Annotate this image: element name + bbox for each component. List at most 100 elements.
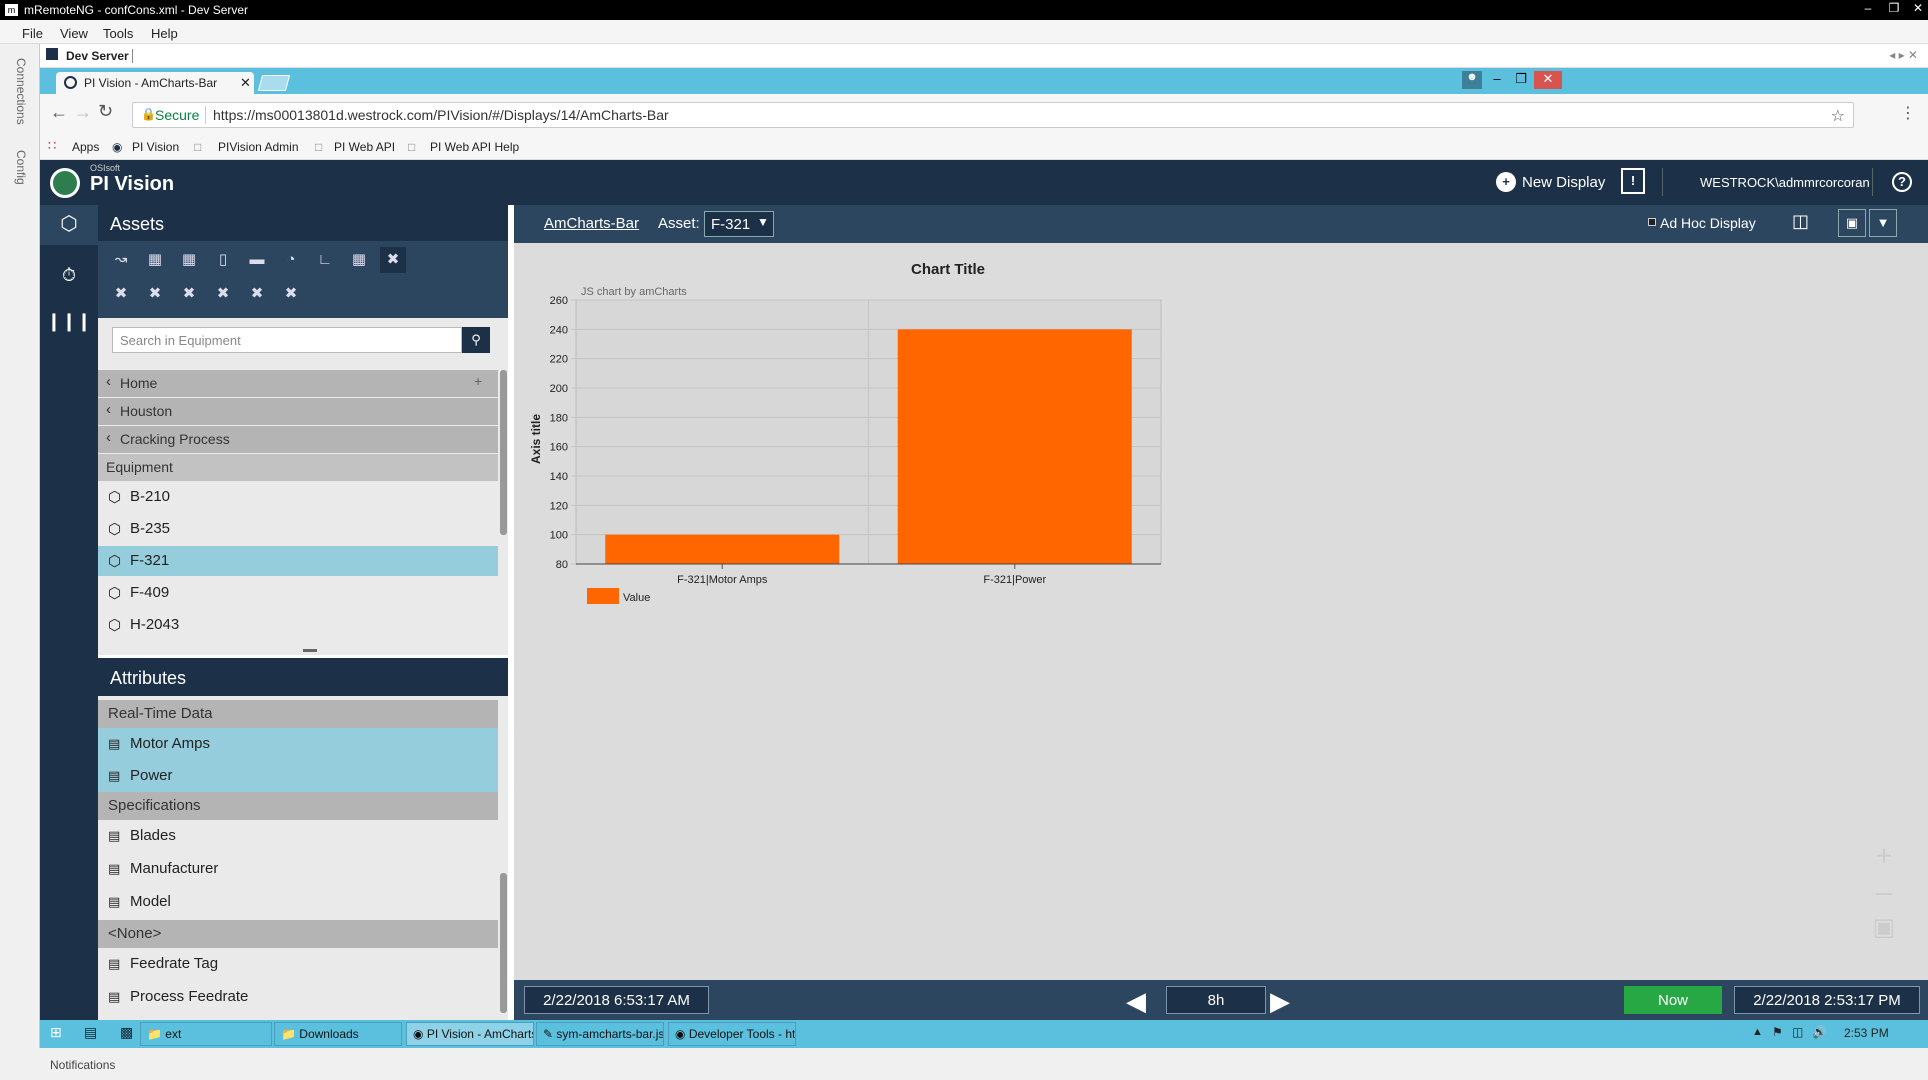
fit-icon[interactable]: ▣: [1865, 913, 1903, 951]
bookmark-pi-vision[interactable]: PI Vision: [132, 140, 179, 154]
tools-icon[interactable]: ✖: [108, 281, 134, 307]
reload-icon[interactable]: ↻: [98, 101, 113, 122]
tools-icon[interactable]: ✖: [176, 281, 202, 307]
taskbar-item[interactable]: ✎ sym-amcharts-bar.js...: [536, 1022, 664, 1046]
taskbar-item[interactable]: 📁 Downloads: [274, 1022, 402, 1046]
list-item[interactable]: ⬡ F-409: [98, 578, 498, 608]
list-item[interactable]: ⬡ H-2043: [98, 610, 498, 640]
close-icon[interactable]: ✕: [1906, 0, 1928, 18]
search-icon[interactable]: ⚲: [462, 327, 490, 353]
save-icon[interactable]: ▣: [1838, 209, 1866, 237]
asset-comparison-icon[interactable]: ▦: [346, 247, 372, 273]
radial-gauge-icon[interactable]: ◔: [278, 247, 304, 273]
flag-icon[interactable]: ⚑: [1772, 1025, 1783, 1039]
star-icon[interactable]: ☆: [1831, 106, 1845, 126]
back-icon[interactable]: ←: [50, 102, 68, 123]
forward-icon[interactable]: →: [74, 102, 92, 123]
tab-close-icon[interactable]: ◂ ▸ ✕: [1889, 48, 1918, 62]
bookmark-pi-web-api[interactable]: PI Web API: [334, 140, 395, 154]
breadcrumb-cracking-process[interactable]: ‹ Cracking Process: [98, 426, 498, 453]
assets-cube-icon[interactable]: ⬡: [40, 205, 98, 245]
user-name[interactable]: WESTROCK\admmrcorcoran: [1700, 175, 1870, 190]
now-button[interactable]: Now: [1624, 986, 1722, 1014]
tab-close-icon[interactable]: ✕: [240, 75, 251, 91]
close-icon[interactable]: ✕: [1534, 71, 1562, 89]
attribute-item[interactable]: ▤ Process Feedrate: [98, 981, 498, 1013]
tools-icon[interactable]: ✖: [210, 281, 236, 307]
tools-icon[interactable]: ✖: [244, 281, 270, 307]
bookmark-apps[interactable]: Apps: [72, 140, 99, 154]
table-icon[interactable]: ▦: [176, 247, 202, 273]
notifications-label[interactable]: Notifications: [50, 1058, 115, 1072]
browser-tab[interactable]: PI Vision - AmCharts-Bar ✕: [56, 72, 254, 94]
trend-icon[interactable]: ↝: [108, 247, 134, 273]
xy-plot-icon[interactable]: ∟: [312, 247, 338, 273]
breadcrumb-houston[interactable]: ‹ Houston: [98, 398, 498, 425]
assets-scrollbar[interactable]: [500, 370, 507, 535]
network-icon[interactable]: ◫: [1792, 1025, 1803, 1039]
start-time-field[interactable]: 2/22/2018 6:53:17 AM: [524, 986, 709, 1014]
bar-1[interactable]: [897, 329, 1132, 564]
value-icon[interactable]: ▦: [142, 247, 168, 273]
taskbar-item[interactable]: ◉ PI Vision - AmCharts...: [406, 1022, 534, 1046]
list-item[interactable]: ⬡ B-210: [98, 482, 498, 512]
adhoc-checkbox[interactable]: [1648, 218, 1656, 226]
list-item[interactable]: ⬡ B-235: [98, 514, 498, 544]
url-field[interactable]: 🔒 Secure https://ms00013801d.westrock.co…: [132, 102, 1854, 128]
taskbar-item[interactable]: ◉ Developer Tools - htt...: [668, 1022, 796, 1046]
plus-icon[interactable]: +: [1496, 172, 1516, 192]
config-tab[interactable]: Config: [14, 150, 28, 185]
terminal-icon[interactable]: ▩: [120, 1024, 133, 1041]
attribute-item[interactable]: ▤ Power: [98, 760, 498, 792]
new-display-button[interactable]: New Display: [1522, 174, 1605, 191]
taskbar-item[interactable]: 📁 ext: [140, 1022, 272, 1046]
clock[interactable]: 2:53 PM: [1844, 1026, 1889, 1040]
end-time-field[interactable]: 2/22/2018 2:53:17 PM: [1734, 986, 1920, 1014]
add-icon[interactable]: +: [474, 373, 482, 389]
attribute-item[interactable]: ▤ Manufacturer: [98, 853, 498, 885]
attribute-item[interactable]: ▤ Model: [98, 886, 498, 918]
menu-help[interactable]: Help: [151, 26, 178, 41]
adhoc-display-label[interactable]: Ad Hoc Display: [1660, 215, 1756, 231]
minimize-icon[interactable]: –: [1486, 71, 1508, 89]
volume-icon[interactable]: 🔊: [1812, 1025, 1827, 1039]
attributes-scrollbar[interactable]: [500, 873, 507, 1013]
menu-tools[interactable]: Tools: [103, 26, 133, 41]
bar-0[interactable]: [605, 534, 840, 564]
alert-icon[interactable]: !: [1621, 168, 1645, 194]
breadcrumb-home[interactable]: ‹ Home +: [98, 370, 498, 397]
asset-select[interactable]: F-321 ▼: [704, 211, 774, 237]
vertical-gauge-icon[interactable]: ▯: [210, 247, 236, 273]
layout-icon[interactable]: ◫: [1792, 211, 1809, 232]
tools-icon[interactable]: ✖: [278, 281, 304, 307]
new-tab-button[interactable]: [257, 75, 291, 91]
events-clock-icon[interactable]: ⏱: [40, 255, 98, 295]
tray-arrow-icon[interactable]: ▲: [1752, 1026, 1763, 1038]
zoom-in-icon[interactable]: +: [1865, 840, 1903, 878]
list-item-selected[interactable]: ⬡ F-321: [98, 546, 498, 576]
connection-tab-dev-server[interactable]: Dev Server: [66, 49, 133, 63]
bookmark-pi-web-api-help[interactable]: PI Web API Help: [430, 140, 519, 154]
duration-field[interactable]: 8h: [1166, 986, 1266, 1014]
windows-start-icon[interactable]: ⊞: [50, 1024, 62, 1041]
forward-arrow-icon[interactable]: ▶: [1270, 986, 1290, 1017]
restore-icon[interactable]: ❐: [1510, 71, 1532, 89]
menu-view[interactable]: View: [60, 26, 88, 41]
restore-icon[interactable]: ❐: [1882, 0, 1906, 18]
zoom-out-icon[interactable]: –: [1865, 876, 1903, 914]
library-icon[interactable]: ❙❙❙: [40, 301, 98, 341]
help-icon[interactable]: ?: [1892, 172, 1912, 192]
explorer-icon[interactable]: ▤: [84, 1024, 97, 1041]
connections-tab[interactable]: Connections: [14, 58, 28, 125]
attribute-item[interactable]: ▤ Motor Amps: [98, 728, 498, 760]
tools-icon[interactable]: ✖: [142, 281, 168, 307]
more-menu-icon[interactable]: ⋮: [1900, 103, 1916, 123]
tools-icon[interactable]: ✖: [380, 247, 406, 273]
dropdown-arrow-icon[interactable]: ▼: [1869, 209, 1897, 237]
display-name-link[interactable]: AmCharts-Bar: [544, 215, 639, 232]
bookmark-pivision-admin[interactable]: PIVision Admin: [218, 140, 299, 154]
resize-handle[interactable]: [303, 649, 317, 652]
profile-icon[interactable]: ☻: [1462, 71, 1482, 89]
horizontal-gauge-icon[interactable]: ▬: [244, 247, 270, 273]
attribute-item[interactable]: ▤ Blades: [98, 820, 498, 852]
